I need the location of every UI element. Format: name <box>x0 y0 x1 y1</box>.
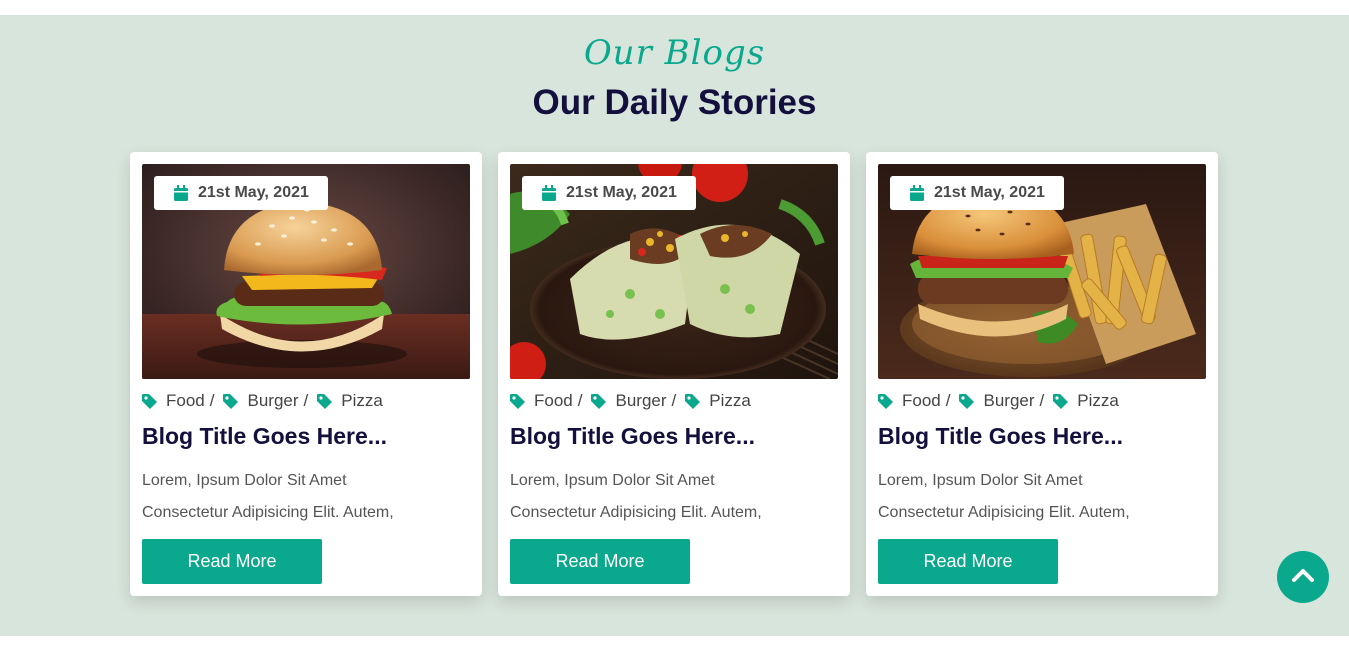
tag-pizza[interactable]: Pizza <box>1053 391 1119 411</box>
blog-excerpt: Lorem, Ipsum Dolor Sit Amet Consectetur … <box>142 465 472 529</box>
tag-separator: / <box>303 391 309 410</box>
tag-label: Pizza <box>341 391 383 410</box>
chevron-up-icon <box>1292 568 1314 587</box>
tag-icon <box>142 393 157 409</box>
tag-pizza[interactable]: Pizza <box>317 391 383 411</box>
blog-excerpt: Lorem, Ipsum Dolor Sit Amet Consectetur … <box>878 465 1208 529</box>
read-more-button[interactable]: Read More <box>142 539 322 584</box>
read-more-button[interactable]: Read More <box>878 539 1058 584</box>
tag-icon <box>510 393 525 409</box>
excerpt-line: Consectetur Adipisicing Elit. Autem, <box>510 504 762 521</box>
date-badge: 21st May, 2021 <box>522 176 696 210</box>
tag-icon <box>959 393 975 409</box>
tag-icon <box>685 393 701 409</box>
tag-food[interactable]: Food / <box>510 391 591 411</box>
tag-label: Burger <box>247 391 299 410</box>
blogs-section: Our Blogs Our Daily Stories 21st May, 20… <box>0 15 1349 636</box>
tag-label: Food <box>166 391 205 410</box>
tag-list: Food / Burger / Pizza <box>142 390 383 412</box>
tag-list: Food / Burger / Pizza <box>510 390 751 412</box>
tag-label: Food <box>534 391 573 410</box>
tag-separator: / <box>1039 391 1045 410</box>
blog-card: 21st May, 2021 Food / Burger / Pizza Blo… <box>130 152 482 596</box>
tag-label: Food <box>902 391 941 410</box>
section-subheading: Our Blogs <box>583 33 766 73</box>
calendar-icon <box>542 185 556 201</box>
tag-separator: / <box>671 391 677 410</box>
scroll-to-top-button[interactable] <box>1277 551 1329 603</box>
date-badge: 21st May, 2021 <box>890 176 1064 210</box>
tag-burger[interactable]: Burger / <box>959 391 1053 411</box>
excerpt-line: Lorem, Ipsum Dolor Sit Amet <box>510 472 715 489</box>
tag-burger[interactable]: Burger / <box>591 391 685 411</box>
tag-separator: / <box>945 391 951 410</box>
blog-card: 21st May, 2021 Food / Burger / Pizza Blo… <box>866 152 1218 596</box>
blog-title[interactable]: Blog Title Goes Here... <box>878 423 1123 450</box>
blog-title[interactable]: Blog Title Goes Here... <box>510 423 755 450</box>
calendar-icon <box>910 185 924 201</box>
excerpt-line: Lorem, Ipsum Dolor Sit Amet <box>142 472 347 489</box>
tag-list: Food / Burger / Pizza <box>878 390 1119 412</box>
tag-icon <box>1053 393 1069 409</box>
calendar-icon <box>174 185 188 201</box>
tag-icon <box>878 393 893 409</box>
date-text: 21st May, 2021 <box>934 184 1045 201</box>
tag-icon <box>591 393 607 409</box>
section-heading: Our Daily Stories <box>532 83 817 122</box>
tag-icon <box>223 393 239 409</box>
tag-icon <box>317 393 333 409</box>
excerpt-line: Lorem, Ipsum Dolor Sit Amet <box>878 472 1083 489</box>
tag-food[interactable]: Food / <box>142 391 223 411</box>
tag-burger[interactable]: Burger / <box>223 391 317 411</box>
tag-separator: / <box>577 391 583 410</box>
tag-separator: / <box>209 391 215 410</box>
tag-label: Burger <box>983 391 1035 410</box>
tag-pizza[interactable]: Pizza <box>685 391 751 411</box>
tag-label: Pizza <box>709 391 751 410</box>
excerpt-line: Consectetur Adipisicing Elit. Autem, <box>142 504 394 521</box>
excerpt-line: Consectetur Adipisicing Elit. Autem, <box>878 504 1130 521</box>
tag-label: Burger <box>615 391 667 410</box>
date-text: 21st May, 2021 <box>566 184 677 201</box>
blog-card: 21st May, 2021 Food / Burger / Pizza Blo… <box>498 152 850 596</box>
blog-title[interactable]: Blog Title Goes Here... <box>142 423 387 450</box>
date-text: 21st May, 2021 <box>198 184 309 201</box>
tag-food[interactable]: Food / <box>878 391 959 411</box>
read-more-button[interactable]: Read More <box>510 539 690 584</box>
date-badge: 21st May, 2021 <box>154 176 328 210</box>
tag-label: Pizza <box>1077 391 1119 410</box>
blog-excerpt: Lorem, Ipsum Dolor Sit Amet Consectetur … <box>510 465 840 529</box>
